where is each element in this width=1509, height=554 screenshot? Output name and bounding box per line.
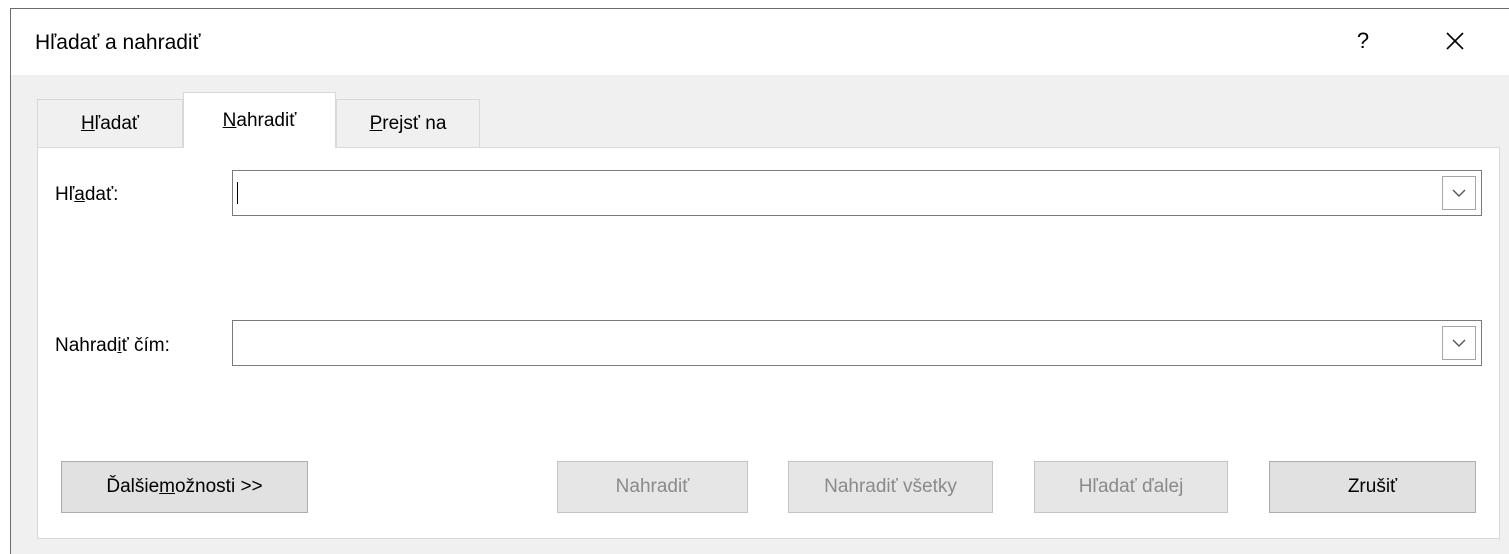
tab-find[interactable]: Hľadať xyxy=(37,99,183,147)
chevron-down-icon xyxy=(1452,339,1466,347)
replace-button[interactable]: Nahradiť xyxy=(557,461,748,513)
chevron-down-icon xyxy=(1452,189,1466,197)
replace-all-button[interactable]: Nahradiť všetky xyxy=(788,461,993,513)
tab-find-label: Hľadať xyxy=(80,112,140,134)
dialog-title: Hľadať a nahradiť xyxy=(35,31,201,54)
close-icon xyxy=(1446,32,1464,50)
find-what-combobox[interactable] xyxy=(232,170,1482,216)
tab-replace-label: Nahradiť xyxy=(222,109,297,131)
replace-with-dropdown-button[interactable] xyxy=(1442,326,1476,360)
replace-with-label: Nahradiť čím: xyxy=(55,335,170,356)
title-bar: Hľadať a nahradiť ? xyxy=(11,9,1509,75)
tab-strip: Hľadať Nahradiť Prejsť na xyxy=(37,92,480,148)
close-button[interactable] xyxy=(1415,15,1495,67)
replace-with-input[interactable] xyxy=(239,327,1419,359)
replace-panel: Hľadať: Nahradiť čím: Ďalšie m ožnosti >>… xyxy=(37,147,1500,539)
replace-with-combobox[interactable] xyxy=(232,320,1482,366)
find-what-label: Hľadať: xyxy=(55,184,119,205)
find-replace-dialog: Hľadať a nahradiť ? Hľadať Nahradiť Prej… xyxy=(10,8,1509,554)
more-options-button[interactable]: Ďalšie m ožnosti >> xyxy=(61,461,308,513)
text-caret xyxy=(237,182,238,204)
find-what-input[interactable] xyxy=(239,177,1419,209)
tab-goto-label: Prejsť na xyxy=(369,112,447,134)
tab-goto[interactable]: Prejsť na xyxy=(336,99,480,147)
tab-replace[interactable]: Nahradiť xyxy=(183,92,336,148)
find-next-button[interactable]: Hľadať ďalej xyxy=(1034,461,1228,513)
cancel-button[interactable]: Zrušiť xyxy=(1269,461,1476,513)
find-what-dropdown-button[interactable] xyxy=(1442,176,1476,210)
help-button[interactable]: ? xyxy=(1327,15,1399,67)
